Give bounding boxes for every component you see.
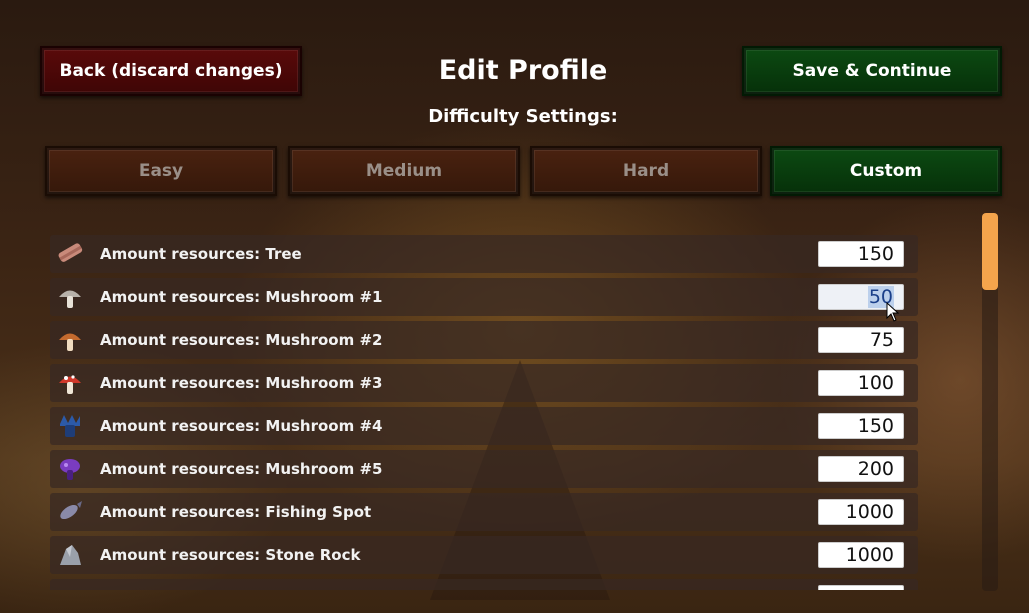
- save-continue-button[interactable]: Save & Continue: [742, 46, 1002, 96]
- difficulty-easy-button[interactable]: Easy: [45, 146, 277, 196]
- stone-rock-icon: [60, 545, 81, 565]
- purple-mushroom-icon: [60, 459, 80, 480]
- resource-amount-input[interactable]: 150: [818, 413, 904, 439]
- resource-amount-input[interactable]: 150: [818, 241, 904, 267]
- difficulty-settings-heading: Difficulty Settings:: [428, 106, 618, 127]
- back-discard-button[interactable]: Back (discard changes): [40, 46, 302, 96]
- resource-row-mushroom-5: Amount resources: Mushroom #5 200: [50, 450, 918, 488]
- resource-amount-input[interactable]: 200: [818, 456, 904, 482]
- mouse-cursor-icon: [886, 302, 900, 322]
- resource-label: Amount resources: Mushroom #3: [100, 374, 383, 392]
- red-spotted-mushroom-icon: [59, 375, 81, 394]
- difficulty-medium-button[interactable]: Medium: [288, 146, 520, 196]
- resource-row-mushroom-2: Amount resources: Mushroom #2 75: [50, 321, 918, 359]
- resource-label: Amount resources: Mushroom #4: [100, 417, 383, 435]
- resource-row-tree: Amount resources: Tree 150: [50, 235, 918, 273]
- resource-amount-input[interactable]: 1000: [818, 499, 904, 525]
- list-scrollbar-thumb[interactable]: [982, 213, 998, 290]
- resource-amount-input[interactable]: 1000: [818, 542, 904, 568]
- resource-row-mushroom-3: Amount resources: Mushroom #3 100: [50, 364, 918, 402]
- resource-row-partial: [50, 579, 918, 590]
- resource-label: Amount resources: Mushroom #1: [100, 288, 383, 306]
- resource-label: Amount resources: Mushroom #5: [100, 460, 383, 478]
- fish-icon: [60, 501, 82, 520]
- resource-row-stone-rock: Amount resources: Stone Rock 1000: [50, 536, 918, 574]
- difficulty-custom-button[interactable]: Custom: [770, 146, 1002, 196]
- wood-log-icon: [58, 243, 83, 262]
- resource-amount-input[interactable]: 100: [818, 370, 904, 396]
- resource-amount-input[interactable]: 75: [818, 327, 904, 353]
- difficulty-hard-button[interactable]: Hard: [530, 146, 762, 196]
- resource-settings-list: Amount resources: Tree 150 Amount resour…: [50, 235, 920, 590]
- blue-mushroom-icon: [60, 415, 80, 437]
- resource-row-mushroom-1: Amount resources: Mushroom #1 50: [50, 278, 918, 316]
- grey-mushroom-icon: [59, 290, 81, 308]
- resource-label: Amount resources: Fishing Spot: [100, 503, 372, 521]
- resource-row-mushroom-4: Amount resources: Mushroom #4 150: [50, 407, 918, 445]
- orange-mushroom-icon: [59, 333, 81, 351]
- resource-label: Amount resources: Mushroom #2: [100, 331, 383, 349]
- page-title: Edit Profile: [438, 55, 608, 86]
- resource-row-fishing-spot: Amount resources: Fishing Spot 1000: [50, 493, 918, 531]
- resource-label: Amount resources: Tree: [100, 245, 302, 263]
- resource-amount-input[interactable]: [818, 585, 904, 590]
- resource-label: Amount resources: Stone Rock: [100, 546, 361, 564]
